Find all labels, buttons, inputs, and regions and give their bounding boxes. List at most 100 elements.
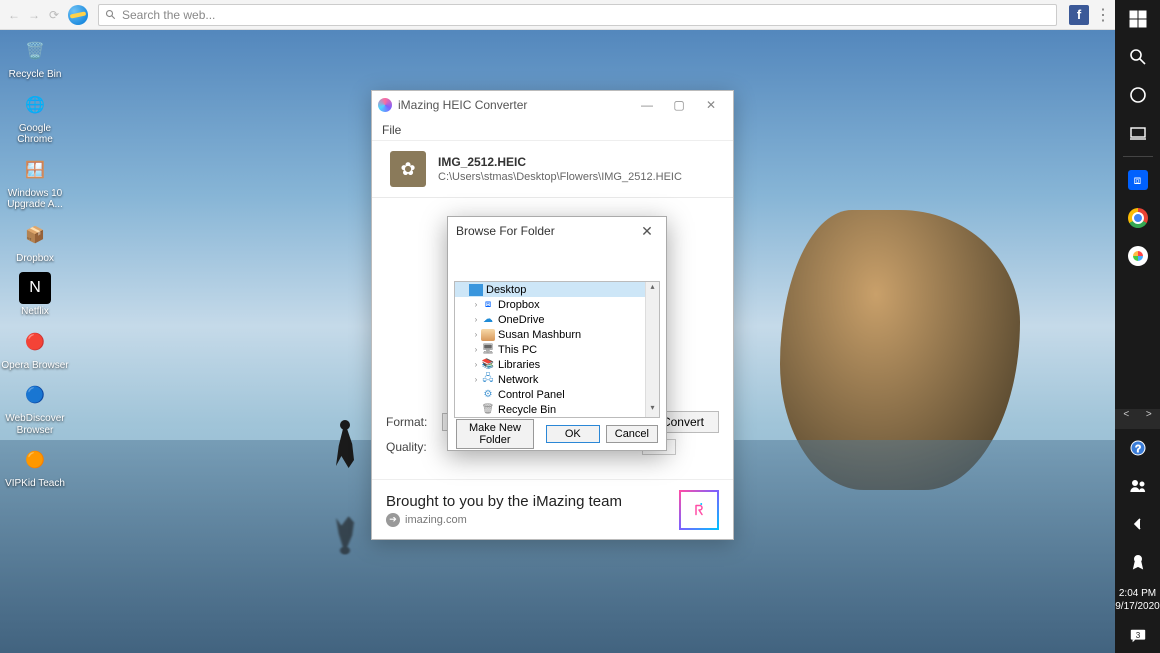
tree-node-icon: 🖥 <box>481 344 495 356</box>
desktop-icon[interactable]: 🌐Google Chrome <box>0 89 70 146</box>
dialog-title: Browse For Folder <box>456 224 555 238</box>
system-clock[interactable]: 2:04 PM 9/17/2020 <box>1115 581 1160 619</box>
file-thumbnail <box>390 151 426 187</box>
taskbar-chrome[interactable] <box>1115 199 1160 237</box>
desktop-icon-glyph: 🔵 <box>19 379 51 411</box>
tray-ribbon-icon[interactable] <box>1115 543 1160 581</box>
cortana-button[interactable] <box>1115 76 1160 114</box>
expand-chevron-icon[interactable]: › <box>471 330 481 339</box>
nav-forward-button[interactable]: → <box>24 8 44 22</box>
tree-node-icon: ☁ <box>481 314 495 326</box>
tree-node[interactable]: ›📚Libraries <box>455 357 659 372</box>
tree-node-label: Control Panel <box>498 389 565 401</box>
desktop-icons-column: 🗑️ Recycle Bin 🌐Google Chrome 🪟Windows 10 U… <box>0 35 80 498</box>
search-icon <box>105 9 117 21</box>
tray-help-icon[interactable]: ? <box>1115 429 1160 467</box>
sidebar-nav-right[interactable]: > <box>1138 409 1160 429</box>
desktop-icon-label: Windows 10 Upgrade A... <box>0 188 70 211</box>
footer-panel: Brought to you by the iMazing team imazi… <box>372 479 733 539</box>
ie-logo-icon <box>68 5 88 25</box>
window-titlebar[interactable]: iMazing HEIC Converter — ▢ ✕ <box>372 91 733 119</box>
taskbar-webdiscover[interactable] <box>1115 237 1160 275</box>
desktop-icon-glyph: 📦 <box>19 219 51 251</box>
tree-node[interactable]: ›☁OneDrive <box>455 312 659 327</box>
expand-chevron-icon[interactable]: › <box>471 315 481 324</box>
search-input[interactable]: Search the web... <box>98 4 1057 26</box>
desktop-icon-label: Opera Browser <box>0 360 70 372</box>
nav-reload-button[interactable]: ⟳ <box>44 8 64 22</box>
expand-chevron-icon[interactable]: › <box>471 375 481 384</box>
close-button[interactable]: ✕ <box>695 98 727 112</box>
tree-node[interactable]: Desktop <box>455 282 659 297</box>
tree-node[interactable]: 🗑Recycle Bin <box>455 402 659 417</box>
scroll-down-button[interactable]: ▾ <box>646 403 659 417</box>
facebook-button[interactable]: f <box>1069 5 1089 25</box>
expand-chevron-icon[interactable]: › <box>471 300 481 309</box>
taskbar-dropbox[interactable]: ⧈ <box>1115 161 1160 199</box>
maximize-button[interactable]: ▢ <box>663 98 695 112</box>
desktop-icon[interactable]: 🔵WebDiscover Browser <box>0 379 70 436</box>
tray-people-icon[interactable] <box>1115 467 1160 505</box>
desktop-icon-label: Netflix <box>0 306 70 318</box>
app-icon <box>378 98 392 112</box>
nav-back-button[interactable]: ← <box>4 8 24 22</box>
notifications-count: 3 <box>1135 631 1140 640</box>
tree-node[interactable]: › Susan Mashburn <box>455 327 659 342</box>
start-button[interactable] <box>1115 0 1160 38</box>
folder-tree: Desktop›⧈Dropbox›☁OneDrive›Susan Mashbur… <box>454 281 660 418</box>
tree-node[interactable]: ›🖧Network <box>455 372 659 387</box>
tree-node[interactable]: ›🖥This PC <box>455 342 659 357</box>
tree-node-icon <box>469 284 483 296</box>
search-button[interactable] <box>1115 38 1160 76</box>
window-title: iMazing HEIC Converter <box>398 98 631 112</box>
desktop-icon-glyph: 🌐 <box>19 89 51 121</box>
desktop-icon[interactable]: 📦Dropbox <box>0 219 70 265</box>
sidebar-nav-left[interactable]: < <box>1115 409 1138 429</box>
ok-button[interactable]: OK <box>546 425 600 443</box>
dialog-titlebar[interactable]: Browse For Folder ✕ <box>448 217 666 245</box>
dialog-buttons: Make New Folder OK Cancel <box>448 418 666 450</box>
windows-sidebar: ⧈ < > ? 2:04 PM 9/17/2020 3 <box>1115 0 1160 653</box>
tree-node[interactable]: ›⧈Dropbox <box>455 297 659 312</box>
taskview-button[interactable] <box>1115 114 1160 152</box>
desktop-icon-glyph: 🪟 <box>19 154 51 186</box>
browse-folder-dialog: Browse For Folder ✕ Desktop›⧈Dropbox›☁On… <box>447 216 667 451</box>
menu-kebab-button[interactable]: ⋮ <box>1095 5 1111 25</box>
expand-chevron-icon[interactable]: › <box>471 360 481 369</box>
desktop-icon-label: Recycle Bin <box>0 69 70 81</box>
desktop-icon[interactable]: 🗑️ Recycle Bin <box>0 35 70 81</box>
scroll-up-button[interactable]: ▴ <box>646 282 659 296</box>
file-row[interactable]: IMG_2512.HEIC C:\Users\stmas\Desktop\Flo… <box>372 141 733 198</box>
tree-node-label: Recycle Bin <box>498 404 556 416</box>
tree-node[interactable]: ⚙Control Panel <box>455 387 659 402</box>
minimize-button[interactable]: — <box>631 98 663 112</box>
tree-node-label: Libraries <box>498 359 540 371</box>
expand-chevron-icon[interactable]: › <box>471 345 481 354</box>
dialog-close-button[interactable]: ✕ <box>636 223 658 240</box>
notifications-button[interactable]: 3 <box>1115 619 1160 653</box>
clock-time: 2:04 PM <box>1115 587 1160 600</box>
tree-node-label: Desktop <box>486 284 526 296</box>
tree-scrollbar[interactable]: ▴ ▾ <box>645 282 659 417</box>
file-path: C:\Users\stmas\Desktop\Flowers\IMG_2512.… <box>438 171 682 183</box>
desktop-icon[interactable]: 🔴 Opera Browser <box>0 326 70 372</box>
menu-file[interactable]: File <box>382 123 401 137</box>
desktop-icon[interactable]: NNetflix <box>0 272 70 318</box>
desktop-icon-label: WebDiscover Browser <box>0 413 70 436</box>
footer-link[interactable]: imazing.com <box>386 513 622 527</box>
tree-node-label: Susan Mashburn <box>498 329 581 341</box>
desktop-icon-label: VIPKid Teach <box>0 478 70 490</box>
svg-text:?: ? <box>1135 444 1141 455</box>
imazing-logo-icon <box>679 490 719 530</box>
desktop-icon-glyph: 🔴 <box>19 326 51 358</box>
tray-chevron-icon[interactable] <box>1115 505 1160 543</box>
tree-node-icon: 🗑 <box>481 404 495 416</box>
sidebar-navrow: < > <box>1115 409 1160 429</box>
desktop-icon[interactable]: 🪟Windows 10 Upgrade A... <box>0 154 70 211</box>
menu-bar: File <box>372 119 733 141</box>
cancel-button[interactable]: Cancel <box>606 425 658 443</box>
desktop-icon[interactable]: 🟠VIPKid Teach <box>0 444 70 490</box>
desktop-icon-glyph: 🗑️ <box>19 35 51 67</box>
quality-label: Quality: <box>386 440 442 454</box>
make-new-folder-button[interactable]: Make New Folder <box>456 419 534 449</box>
